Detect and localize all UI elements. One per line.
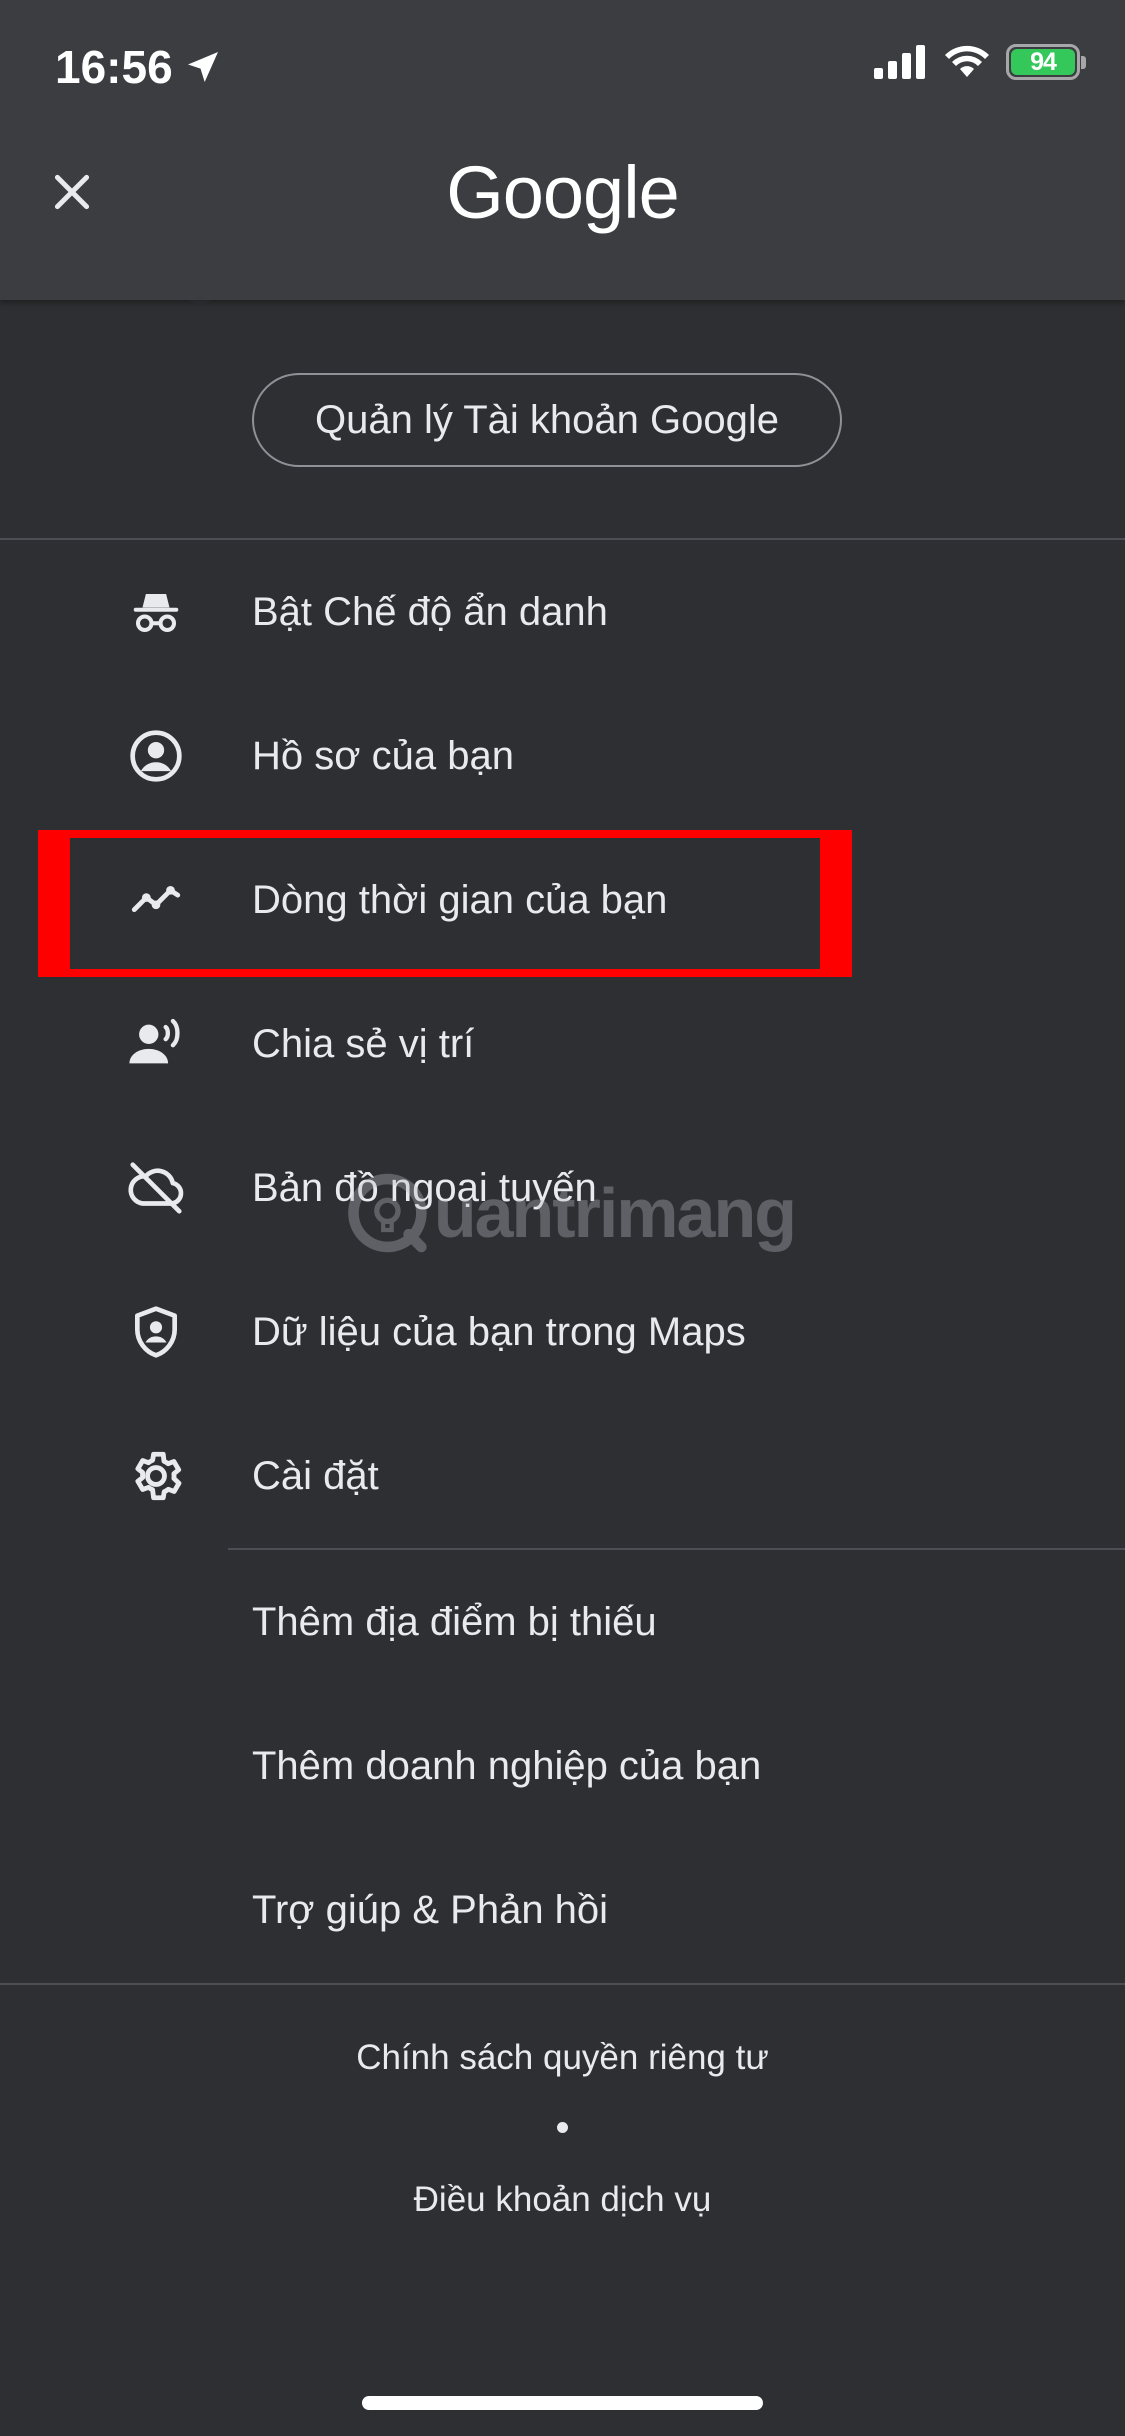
screen: Hà Nguyễn thuhanguyen311@gmail.com 16:56 (0, 0, 1125, 2436)
location-sharing-icon (120, 1008, 192, 1080)
menu-item-add-missing-place[interactable]: Thêm địa điểm bị thiếu (0, 1550, 1125, 1694)
page-title: Google (446, 151, 680, 234)
menu-label: Dòng thời gian của bạn (252, 877, 668, 922)
menu-label: Thêm địa điểm bị thiếu (252, 1599, 657, 1644)
divider (0, 1983, 1125, 1985)
menu-label: Thêm doanh nghiệp của bạn (252, 1743, 762, 1788)
menu-item-location-sharing[interactable]: Chia sẻ vị trí (0, 972, 1125, 1116)
menu-label: Cài đặt (252, 1453, 379, 1498)
cloud-off-icon (120, 1152, 192, 1224)
header: 16:56 94 Google (0, 0, 1125, 300)
menu-item-add-business[interactable]: Thêm doanh nghiệp của bạn (0, 1694, 1125, 1838)
battery-level: 94 (1011, 48, 1075, 76)
menu-item-profile[interactable]: Hồ sơ của bạn (0, 684, 1125, 828)
account-circle-icon (120, 720, 192, 792)
menu-item-help-feedback[interactable]: Trợ giúp & Phản hồi (0, 1838, 1125, 1982)
status-time: 16:56 (55, 40, 223, 94)
menu-item-incognito[interactable]: Bật Chế độ ẩn danh (0, 540, 1125, 684)
terms-of-service-link[interactable]: Điều khoản dịch vụ (0, 2180, 1125, 2220)
home-indicator[interactable] (362, 2396, 763, 2410)
wifi-icon (945, 45, 989, 77)
location-arrow-icon (187, 52, 218, 82)
menu-item-settings[interactable]: Cài đặt (0, 1404, 1125, 1548)
manage-account-button[interactable]: Quản lý Tài khoản Google (252, 373, 842, 467)
menu-label: Hồ sơ của bạn (252, 733, 514, 778)
shield-person-icon (120, 1296, 192, 1368)
menu-item-your-data[interactable]: Dữ liệu của bạn trong Maps (0, 1260, 1125, 1404)
menu-item-offline-maps[interactable]: Bản đồ ngoại tuyến (0, 1116, 1125, 1260)
menu-label: Chia sẻ vị trí (252, 1021, 475, 1066)
timeline-icon (120, 864, 192, 936)
menu-label: Bật Chế độ ẩn danh (252, 589, 608, 634)
menu-label: Trợ giúp & Phản hồi (252, 1887, 609, 1932)
gear-icon (120, 1440, 192, 1512)
menu-label: Dữ liệu của bạn trong Maps (252, 1309, 746, 1354)
status-icons: 94 (874, 44, 1086, 80)
separator-dot (557, 2122, 568, 2133)
incognito-icon (120, 576, 192, 648)
menu-item-timeline[interactable]: Dòng thời gian của bạn (0, 828, 1125, 972)
cellular-signal-icon (874, 45, 925, 79)
time-text: 16:56 (55, 41, 173, 93)
privacy-policy-link[interactable]: Chính sách quyền riêng tư (0, 2038, 1125, 2078)
menu-label: Bản đồ ngoại tuyến (252, 1165, 597, 1210)
battery-icon: 94 (1006, 44, 1086, 80)
